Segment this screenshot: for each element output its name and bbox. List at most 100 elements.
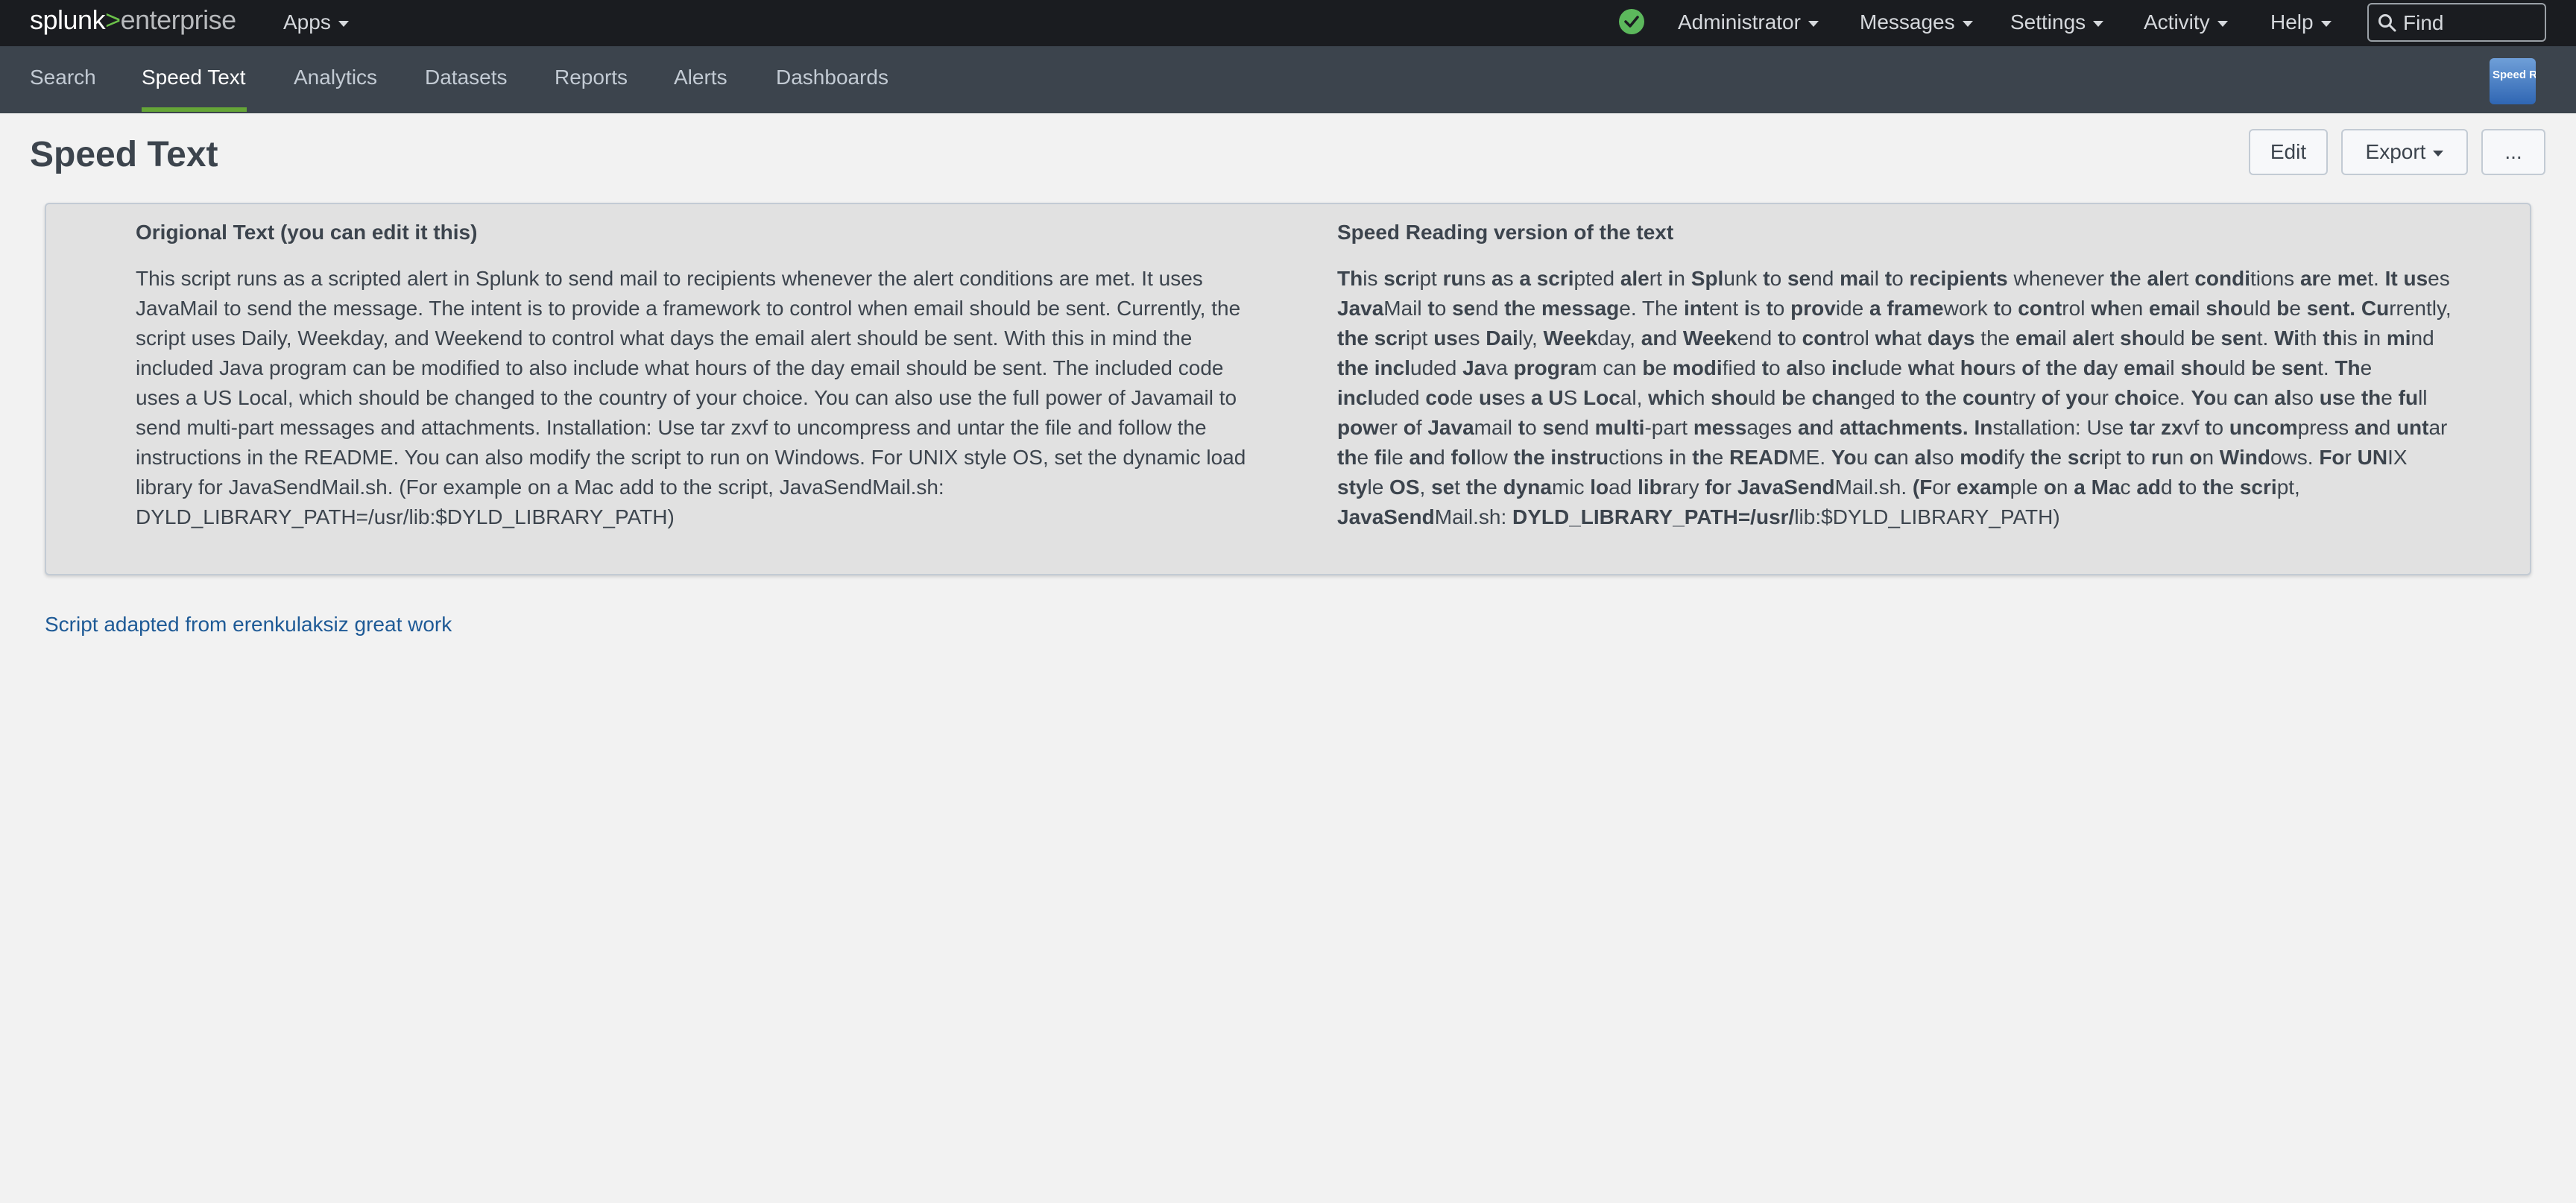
apps-menu[interactable]: Apps bbox=[283, 10, 349, 34]
tab-alerts[interactable]: Alerts bbox=[674, 66, 727, 89]
speed-normal-segment: e bbox=[2289, 297, 2307, 320]
speed-bold-segment: Java bbox=[1337, 297, 1384, 320]
speed-bold-segment: incl bbox=[1368, 356, 1411, 379]
speed-normal-segment: ll bbox=[2418, 386, 2428, 409]
speed-normal-segment: e bbox=[1655, 356, 1673, 379]
tab-datasets[interactable]: Datasets bbox=[425, 66, 508, 89]
speed-normal-segment: rt bbox=[2176, 267, 2195, 290]
speed-normal-segment: , bbox=[1419, 476, 1432, 499]
administrator-menu[interactable]: Administrator bbox=[1678, 10, 1819, 34]
speed-bold-segment: us bbox=[1433, 326, 1458, 350]
splunk-logo[interactable]: splunk>enterprise bbox=[30, 4, 236, 36]
administrator-menu-label: Administrator bbox=[1678, 10, 1801, 34]
more-actions-button[interactable]: ... bbox=[2481, 129, 2545, 175]
speed-bold-segment: zx bbox=[2161, 416, 2183, 439]
speed-normal-segment: S bbox=[1563, 386, 1584, 409]
speed-bold-segment: scr bbox=[1383, 267, 1415, 290]
speed-bold-segment: wh bbox=[2091, 297, 2121, 320]
speed-bold-segment: b bbox=[1781, 386, 1795, 409]
speed-normal-segment: low bbox=[1476, 446, 1514, 469]
speed-normal-segment: n bbox=[1674, 446, 1693, 469]
speed-bold-segment: dyna bbox=[1503, 476, 1552, 499]
speed-bold-segment: ca bbox=[1873, 446, 1898, 469]
speed-normal-segment: rrently, bbox=[2389, 297, 2452, 320]
messages-menu[interactable]: Messages bbox=[1860, 10, 1973, 34]
speed-bold-segment: o bbox=[1403, 416, 1416, 439]
speed-bold-segment: an bbox=[2354, 416, 2379, 439]
settings-menu[interactable]: Settings bbox=[2010, 10, 2104, 34]
speed-normal-segment: ify bbox=[2004, 446, 2031, 469]
speed-bold-segment: sho bbox=[2120, 326, 2157, 350]
tab-dashboards[interactable]: Dashboards bbox=[776, 66, 888, 89]
speed-bold-segment: da bbox=[2083, 356, 2108, 379]
find-box[interactable] bbox=[2367, 3, 2546, 42]
tab-reports[interactable]: Reports bbox=[555, 66, 628, 89]
speed-bold-segment: instru bbox=[1544, 446, 1609, 469]
speed-normal-segment: ide bbox=[1835, 297, 1869, 320]
speed-bold-segment: an bbox=[1797, 416, 1822, 439]
speed-normal-segment: en bbox=[2120, 297, 2150, 320]
tab-search[interactable]: Search bbox=[30, 66, 96, 89]
speed-normal-segment: ME. bbox=[1788, 446, 1831, 469]
speed-normal-segment: n bbox=[2256, 386, 2275, 409]
speed-normal-segment: r bbox=[1724, 476, 1737, 499]
speed-normal-segment: pt, bbox=[2276, 476, 2300, 499]
speed-bold-segment: b bbox=[2191, 326, 2204, 350]
speed-normal-segment: c bbox=[2120, 476, 2137, 499]
speed-normal-segment: so bbox=[2291, 386, 2320, 409]
speed-bold-segment: OS bbox=[1389, 476, 1420, 499]
speed-bold-segment: ca bbox=[2233, 386, 2257, 409]
speed-normal-segment: uded bbox=[1410, 356, 1463, 379]
speed-bold-segment: th bbox=[2323, 326, 2343, 350]
speed-normal-segment: ch bbox=[1682, 386, 1711, 409]
speed-normal-segment: il bbox=[2191, 297, 2206, 320]
speed-bold-segment: recipients bbox=[1909, 267, 2008, 290]
speed-bold-segment: UN bbox=[2357, 446, 2388, 469]
speed-reading-title: Speed Reading version of the text bbox=[1337, 221, 1674, 244]
speed-bold-segment: o bbox=[2189, 446, 2203, 469]
speed-normal-segment: e bbox=[1794, 386, 1812, 409]
edit-button[interactable]: Edit bbox=[2249, 129, 2328, 175]
speed-bold-segment: se bbox=[1452, 297, 1476, 320]
speed-normal-segment: vf bbox=[2182, 416, 2206, 439]
speed-normal-segment: er bbox=[1379, 416, 1404, 439]
tab-speed-text[interactable]: Speed Text bbox=[142, 66, 246, 89]
top-bar: splunk>enterprise Apps Administrator Mes… bbox=[0, 0, 2576, 46]
tab-analytics[interactable]: Analytics bbox=[294, 66, 377, 89]
speed-bold-segment: whi bbox=[1648, 386, 1683, 409]
adapted-from-link[interactable]: Script adapted from erenkulaksiz great w… bbox=[45, 613, 452, 637]
help-menu[interactable]: Help bbox=[2270, 10, 2332, 34]
speed-reading-app-icon[interactable]: Speed Readin bbox=[2490, 58, 2536, 104]
export-button[interactable]: Export bbox=[2341, 129, 2468, 175]
speed-normal-segment: or bbox=[1932, 476, 1957, 499]
speed-normal-segment: at bbox=[1936, 356, 1960, 379]
speed-bold-segment: se bbox=[1431, 476, 1455, 499]
speed-normal-segment: d bbox=[2378, 416, 2396, 439]
speed-normal-segment: e bbox=[1711, 446, 1729, 469]
speed-normal-segment: o bbox=[2000, 297, 2018, 320]
speed-normal-segment: ns bbox=[1463, 267, 1491, 290]
activity-menu[interactable]: Activity bbox=[2144, 10, 2228, 34]
find-input[interactable] bbox=[2402, 9, 2539, 37]
speed-bold-segment: ema bbox=[2149, 297, 2191, 320]
speed-bold-segment: choi bbox=[2114, 386, 2158, 409]
speed-bold-segment: i bbox=[1669, 446, 1675, 469]
speed-bold-segment: sho bbox=[1711, 386, 1748, 409]
speed-bold-segment: t bbox=[1884, 267, 1892, 290]
speed-bold-segment: wh bbox=[1907, 356, 1937, 379]
speed-bold-segment: th bbox=[2361, 386, 2381, 409]
page-title: Speed Text bbox=[30, 135, 218, 174]
speed-bold-segment: int bbox=[1683, 297, 1710, 320]
speed-bold-segment: READ bbox=[1729, 446, 1789, 469]
speed-normal-segment: ple bbox=[2010, 476, 2044, 499]
speed-normal-segment: d bbox=[1665, 326, 1683, 350]
app-nav-bar bbox=[0, 46, 2576, 113]
speed-normal-segment: t. bbox=[2367, 267, 2385, 290]
speed-bold-segment: Yo bbox=[2191, 386, 2217, 409]
speed-bold-segment: the bbox=[1337, 356, 1368, 379]
original-text-body[interactable]: This script runs as a scripted alert in … bbox=[136, 264, 1250, 532]
speed-normal-segment: d bbox=[1822, 416, 1840, 439]
speed-normal-segment: u bbox=[1856, 446, 1874, 469]
health-status-icon[interactable] bbox=[1619, 9, 1644, 34]
speed-bold-segment: Java bbox=[1427, 416, 1474, 439]
